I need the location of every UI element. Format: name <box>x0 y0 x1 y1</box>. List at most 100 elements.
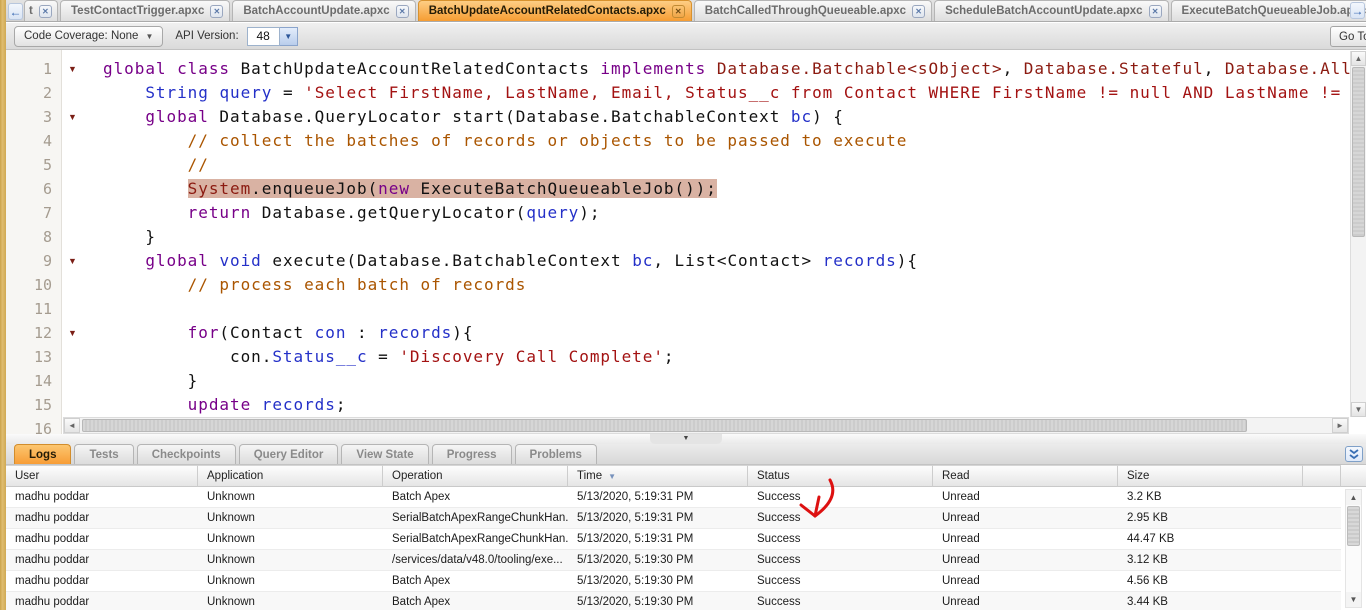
code-line[interactable]: 10 // process each batch of records <box>6 273 1366 297</box>
bottom-tab-progress[interactable]: Progress <box>432 444 512 464</box>
fold-arrow-icon[interactable]: ▼ <box>68 321 82 345</box>
log-cell-read: Unread <box>933 550 1118 570</box>
log-row[interactable]: madhu poddarUnknown/services/data/v48.0/… <box>6 550 1341 571</box>
editor-tab[interactable]: ExecuteBatchQueueableJob.apxc✕ <box>1171 0 1366 21</box>
code-token: ExecuteBatchQueueableJob()); <box>410 179 717 198</box>
tab-close-icon[interactable]: ✕ <box>210 5 223 18</box>
code-token: } <box>103 371 198 390</box>
goto-button[interactable]: Go To <box>1330 26 1366 47</box>
log-cell-application: Unknown <box>198 487 383 507</box>
code-line[interactable]: 1▼global class BatchUpdateAccountRelated… <box>6 57 1366 81</box>
code-token: bc <box>791 107 812 126</box>
code-line[interactable]: 14 } <box>6 369 1366 393</box>
editor-hscrollbar[interactable]: ◄ ► <box>63 417 1349 434</box>
fold-arrow-icon[interactable]: ▼ <box>68 105 82 129</box>
line-number: 13 <box>6 345 52 369</box>
panel-splitter[interactable]: ▼ <box>6 434 1366 444</box>
code-line[interactable]: 2 String query = 'Select FirstName, Last… <box>6 81 1366 105</box>
bottom-tab-problems[interactable]: Problems <box>515 444 597 464</box>
editor-tab[interactable]: ScheduleBatchAccountUpdate.apxc✕ <box>934 0 1168 21</box>
code-token: for <box>188 323 220 342</box>
tab-close-icon[interactable]: ✕ <box>912 5 925 18</box>
bottom-tab-logs[interactable]: Logs <box>14 444 71 464</box>
scroll-up-arrow-icon[interactable]: ▲ <box>1346 490 1361 505</box>
code-line[interactable]: 4 // collect the batches of records or o… <box>6 129 1366 153</box>
code-token: System <box>188 179 252 198</box>
tab-scroll-right-button[interactable]: → <box>1350 2 1365 19</box>
code-line[interactable]: 11 <box>6 297 1366 321</box>
log-vscrollbar[interactable]: ▲ ▼ <box>1345 489 1362 608</box>
fold-arrow-icon[interactable]: ▼ <box>68 57 82 81</box>
code-line[interactable]: 9▼ global void execute(Database.Batchabl… <box>6 249 1366 273</box>
log-cell-size: 3.2 KB <box>1118 487 1303 507</box>
editor-tab[interactable]: TestContactTrigger.apxc✕ <box>60 0 230 21</box>
code-line[interactable]: 6 System.enqueueJob(new ExecuteBatchQueu… <box>6 177 1366 201</box>
code-token: BatchUpdateAccountRelatedContacts <box>230 59 600 78</box>
log-cell-spacer <box>1303 571 1341 591</box>
code-text: } <box>103 225 156 249</box>
tab-scroll-left-button[interactable]: ← <box>8 3 23 20</box>
log-row[interactable]: madhu poddarUnknownBatch Apex5/13/2020, … <box>6 592 1341 610</box>
log-header-cell-application[interactable]: Application <box>198 465 383 487</box>
code-line[interactable]: 3▼ global Database.QueryLocator start(Da… <box>6 105 1366 129</box>
scroll-down-arrow-icon[interactable]: ▼ <box>1351 402 1366 417</box>
log-row[interactable]: madhu poddarUnknownSerialBatchApexRangeC… <box>6 508 1341 529</box>
log-row[interactable]: madhu poddarUnknownBatch Apex5/13/2020, … <box>6 571 1341 592</box>
scroll-right-arrow-icon[interactable]: ► <box>1332 418 1348 433</box>
log-header-label: Size <box>1127 470 1149 482</box>
log-row[interactable]: madhu poddarUnknownBatch Apex5/13/2020, … <box>6 487 1341 508</box>
scroll-left-arrow-icon[interactable]: ◄ <box>64 418 80 433</box>
tab-close-icon[interactable]: ✕ <box>672 5 685 18</box>
api-version-combobox[interactable]: 48 ▼ <box>247 27 298 46</box>
log-header-cell-status[interactable]: Status <box>748 465 933 487</box>
hscrollbar-thumb[interactable] <box>82 419 1247 432</box>
log-header-label: Status <box>757 470 790 482</box>
bottom-tab-tests[interactable]: Tests <box>74 444 133 464</box>
combo-trigger-button[interactable]: ▼ <box>280 27 298 46</box>
scroll-up-arrow-icon[interactable]: ▲ <box>1351 51 1366 66</box>
log-vscrollbar-thumb[interactable] <box>1347 506 1360 546</box>
bottom-tab-view-state[interactable]: View State <box>341 444 428 464</box>
code-line[interactable]: 12▼ for(Contact con : records){ <box>6 321 1366 345</box>
bottom-tab-checkpoints[interactable]: Checkpoints <box>137 444 236 464</box>
log-cell-user: madhu poddar <box>6 487 198 507</box>
log-header-cell-read[interactable]: Read <box>933 465 1118 487</box>
tab-close-icon[interactable]: ✕ <box>39 5 52 18</box>
code-token <box>103 131 188 150</box>
log-cell-status: Success <box>748 529 933 549</box>
log-cell-status: Success <box>748 508 933 528</box>
code-token <box>103 83 145 102</box>
code-coverage-dropdown[interactable]: Code Coverage: None ▼ <box>14 26 163 47</box>
log-header-cell-spacer[interactable] <box>1303 465 1341 487</box>
editor-tab[interactable]: BatchUpdateAccountRelatedContacts.apxc✕ <box>418 0 692 21</box>
code-line[interactable]: 15 update records; <box>6 393 1366 417</box>
code-line[interactable]: 7 return Database.getQueryLocator(query)… <box>6 201 1366 225</box>
code-token: .enqueueJob( <box>251 179 378 198</box>
bottom-tab-query-editor[interactable]: Query Editor <box>239 444 339 464</box>
code-editor[interactable]: 1▼global class BatchUpdateAccountRelated… <box>6 50 1366 434</box>
editor-tab[interactable]: t✕ <box>24 0 58 21</box>
editor-tab[interactable]: BatchCalledThroughQueueable.apxc✕ <box>694 0 932 21</box>
log-cell-time: 5/13/2020, 5:19:30 PM <box>568 550 748 570</box>
code-line[interactable]: 8 } <box>6 225 1366 249</box>
log-cell-time: 5/13/2020, 5:19:31 PM <box>568 508 748 528</box>
code-token <box>103 275 188 294</box>
log-header-cell-time[interactable]: Time▼ <box>568 465 748 487</box>
code-line[interactable]: 5 // <box>6 153 1366 177</box>
log-header-cell-operation[interactable]: Operation <box>383 465 568 487</box>
scroll-down-arrow-icon[interactable]: ▼ <box>1346 592 1361 607</box>
tab-close-icon[interactable]: ✕ <box>1149 5 1162 18</box>
editor-vscrollbar[interactable]: ▲ ▼ <box>1350 51 1366 417</box>
log-header-cell-user[interactable]: User <box>6 465 198 487</box>
editor-tab[interactable]: BatchAccountUpdate.apxc✕ <box>232 0 415 21</box>
log-row[interactable]: madhu poddarUnknownSerialBatchApexRangeC… <box>6 529 1341 550</box>
collapse-panel-button[interactable] <box>1345 446 1363 462</box>
highlighted-statement: System.enqueueJob(new ExecuteBatchQueuea… <box>188 179 717 198</box>
splitter-collapse-handle[interactable]: ▼ <box>650 434 722 444</box>
vscrollbar-thumb[interactable] <box>1352 67 1365 237</box>
tab-close-icon[interactable]: ✕ <box>396 5 409 18</box>
fold-arrow-icon[interactable]: ▼ <box>68 249 82 273</box>
log-cell-application: Unknown <box>198 571 383 591</box>
log-header-cell-size[interactable]: Size <box>1118 465 1303 487</box>
code-line[interactable]: 13 con.Status__c = 'Discovery Call Compl… <box>6 345 1366 369</box>
